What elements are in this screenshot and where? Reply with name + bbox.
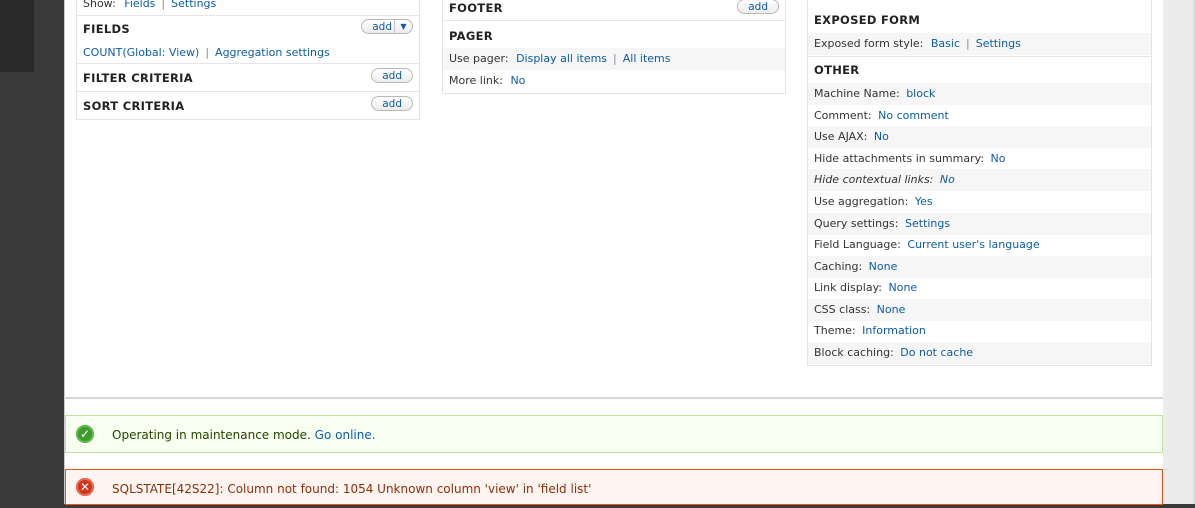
fields-add-label: add (372, 21, 392, 33)
error-message: ✕ SQLSTATE[42S22]: Column not found: 105… (65, 469, 1163, 505)
option-value-link[interactable]: No (874, 130, 889, 143)
option-label: Hide attachments in summary: (814, 152, 985, 165)
option-label: Comment: (814, 109, 872, 122)
status-message-text: Operating in maintenance mode. (112, 428, 311, 442)
chevron-down-icon[interactable]: ▼ (394, 20, 412, 33)
exposed-style-row: Exposed form style: Basic | Settings (808, 33, 1151, 55)
pager-heading: PAGER (449, 29, 493, 43)
filter-add-button[interactable]: add (371, 68, 413, 83)
use-pager-link[interactable]: Display all items (516, 52, 607, 65)
footer-add-button[interactable]: add (737, 0, 779, 14)
option-label: Machine Name: (814, 87, 900, 100)
option-row: Link display: None (808, 277, 1151, 299)
option-value-link[interactable]: Do not cache (900, 346, 973, 359)
error-message-text: SQLSTATE[42S22]: Column not found: 1054 … (112, 482, 592, 496)
show-label: Show: (83, 0, 116, 10)
use-pager-label: Use pager: (449, 52, 509, 65)
option-label: Use aggregation: (814, 195, 909, 208)
option-row: Query settings: Settings (808, 213, 1151, 235)
separator: | (161, 0, 166, 10)
use-pager-row: Use pager: Display all items | All items (443, 48, 785, 70)
separator: | (966, 37, 970, 50)
status-message: ✓ Operating in maintenance mode. Go onli… (65, 415, 1163, 453)
sort-criteria-heading: SORT CRITERIA (83, 99, 185, 113)
divider (808, 56, 1151, 57)
exposed-style-link[interactable]: Basic (931, 37, 960, 50)
option-label: Caching: (814, 260, 863, 273)
section-divider (64, 397, 1163, 399)
field-count-global-view-link[interactable]: COUNT(Global: View) (83, 46, 199, 59)
more-link-value[interactable]: No (510, 74, 525, 87)
more-link-row: More link: No (443, 70, 785, 92)
admin-toolbar-edge (0, 0, 34, 72)
views-column-third: EXPOSED FORM Exposed form style: Basic | S… (807, 0, 1152, 366)
option-value-link[interactable]: None (889, 281, 918, 294)
separator: | (613, 52, 617, 65)
option-value-link[interactable]: Yes (915, 195, 933, 208)
option-value-link[interactable]: No comment (878, 109, 949, 122)
fields-add-button[interactable]: add ▼ (361, 19, 413, 34)
show-settings-link[interactable]: Settings (171, 0, 216, 10)
option-value-link[interactable]: block (906, 87, 935, 100)
option-label: Query settings: (814, 217, 899, 230)
option-label: Link display: (814, 281, 882, 294)
option-row: Comment: No comment (808, 105, 1151, 127)
field-item-row: COUNT(Global: View) | Aggregation settings (77, 42, 419, 64)
option-label: CSS class: (814, 303, 871, 316)
option-value-link[interactable]: No (991, 152, 1006, 165)
option-row: CSS class: None (808, 299, 1151, 321)
option-row: Field Language: Current user's language (808, 234, 1151, 256)
option-row: Block caching: Do not cache (808, 342, 1151, 364)
option-value-link[interactable]: None (877, 303, 906, 316)
option-row: Hide contextual links: No (808, 169, 1151, 191)
option-row: Use AJAX: No (808, 126, 1151, 148)
views-column-second: FOOTER add PAGER Use pager: Display all … (442, 0, 786, 94)
show-fields-link[interactable]: Fields (124, 0, 155, 10)
divider (443, 20, 785, 21)
show-row: Show: Fields | Settings (77, 0, 419, 15)
divider (77, 91, 419, 92)
option-value-link[interactable]: No (940, 173, 955, 186)
option-value-link[interactable]: Information (862, 324, 926, 337)
option-row: Hide attachments in summary: No (808, 148, 1151, 170)
option-label: Theme: (814, 324, 856, 337)
x-circle-icon: ✕ (76, 478, 94, 496)
page-right-gutter (1163, 0, 1195, 504)
more-link-label: More link: (449, 74, 503, 87)
option-row: Caching: None (808, 256, 1151, 278)
option-label: Block caching: (814, 346, 894, 359)
option-value-link[interactable]: Current user's language (907, 238, 1039, 251)
views-column-first: Show: Fields | Settings FIELDS add ▼ COUNT(… (76, 0, 420, 120)
option-label: Field Language: (814, 238, 901, 251)
exposed-form-heading: EXPOSED FORM (814, 13, 921, 27)
option-label: Use AJAX: (814, 130, 868, 143)
option-row: Use aggregation: Yes (808, 191, 1151, 213)
filter-criteria-heading: FILTER CRITERIA (83, 71, 193, 85)
sort-add-button[interactable]: add (371, 96, 413, 111)
option-row: Machine Name: block (808, 83, 1151, 105)
go-online-link[interactable]: Go online. (315, 428, 376, 442)
footer-heading: FOOTER (449, 1, 503, 15)
exposed-style-label: Exposed form style: (814, 37, 924, 50)
option-value-link[interactable]: None (869, 260, 898, 273)
divider (77, 15, 419, 16)
aggregation-settings-link[interactable]: Aggregation settings (215, 46, 330, 59)
option-row: Theme: Information (808, 320, 1151, 342)
check-circle-icon: ✓ (76, 425, 94, 443)
option-label: Hide contextual links: (814, 173, 934, 186)
other-heading: OTHER (814, 63, 860, 77)
divider (77, 63, 419, 64)
exposed-style-settings-link[interactable]: Settings (976, 37, 1021, 50)
option-value-link[interactable]: Settings (905, 217, 950, 230)
pager-items-link[interactable]: All items (623, 52, 671, 65)
separator: | (205, 46, 210, 59)
